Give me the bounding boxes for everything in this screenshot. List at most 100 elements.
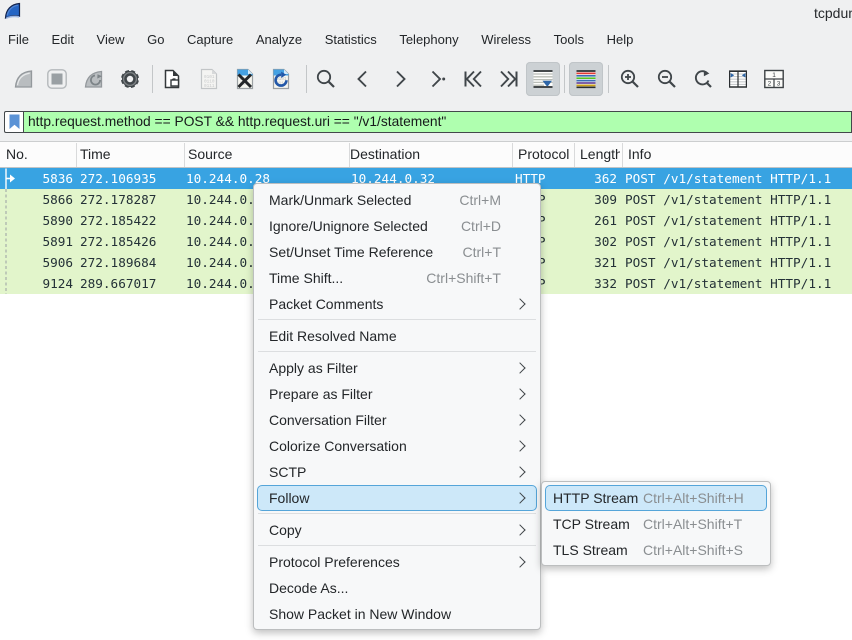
menu-item-decode-as[interactable]: Decode As... bbox=[257, 575, 537, 601]
zoom-reset-button[interactable] bbox=[686, 62, 720, 96]
menubar-item-help[interactable]: Help bbox=[595, 26, 644, 54]
go-to-packet-button[interactable] bbox=[420, 62, 454, 96]
restart-capture-button[interactable] bbox=[77, 62, 111, 96]
menu-item-packet-comments[interactable]: Packet Comments bbox=[257, 291, 537, 317]
go-back-button[interactable] bbox=[346, 62, 380, 96]
stop-square-icon bbox=[45, 67, 69, 91]
capture-options-button[interactable] bbox=[113, 62, 147, 96]
menu-separator bbox=[258, 545, 536, 546]
packet-cell-info: POST /v1/statement HTTP/1.1 bbox=[625, 252, 851, 273]
toolbar-separator bbox=[152, 65, 153, 93]
find-packet-button[interactable] bbox=[309, 62, 343, 96]
submenu-arrow-icon bbox=[514, 298, 525, 309]
packet-list-header[interactable]: No. Time SourceDestination Protocol Length In… bbox=[0, 141, 852, 168]
menu-item-edit-resolved-name[interactable]: Edit Resolved Name bbox=[257, 323, 537, 349]
packet-cell-time: 272.178287 bbox=[80, 189, 180, 210]
layout-123-button[interactable]: 1 2 3 bbox=[757, 62, 791, 96]
close-file-button[interactable]: 010011 bbox=[228, 62, 262, 96]
menu-item-prepare-as-filter[interactable]: Prepare as Filter bbox=[257, 381, 537, 407]
menu-item-sctp[interactable]: SCTP bbox=[257, 459, 537, 485]
menu-item-time-shift[interactable]: Time Shift...Ctrl+Shift+T bbox=[257, 265, 537, 291]
column-header-time[interactable]: Time bbox=[80, 142, 180, 167]
menu-item-label: Decode As... bbox=[258, 580, 348, 596]
column-header-source[interactable]: Source bbox=[188, 142, 345, 167]
menu-item-http-stream[interactable]: HTTP StreamCtrl+Alt+Shift+H bbox=[545, 485, 767, 511]
go-last-packet-button[interactable] bbox=[492, 62, 526, 96]
resize-columns-button[interactable] bbox=[721, 62, 755, 96]
reload-file-button[interactable]: 01010111 bbox=[264, 62, 298, 96]
menu-item-follow[interactable]: Follow bbox=[257, 485, 537, 511]
menu-item-shortcut: Ctrl+Alt+Shift+S bbox=[643, 542, 743, 558]
column-resize-handle[interactable] bbox=[76, 143, 77, 167]
menu-item-protocol-preferences[interactable]: Protocol Preferences bbox=[257, 549, 537, 575]
menu-item-label: Copy bbox=[258, 522, 302, 538]
gear-icon bbox=[118, 67, 142, 91]
menu-item-ignore-unignore-selected[interactable]: Ignore/Unignore SelectedCtrl+D bbox=[257, 213, 537, 239]
menu-item-shortcut: Ctrl+T bbox=[463, 244, 502, 260]
menu-item-colorize-conversation[interactable]: Colorize Conversation bbox=[257, 433, 537, 459]
menubar-item-analyze[interactable]: Analyze bbox=[245, 26, 314, 54]
stop-capture-button[interactable] bbox=[40, 62, 74, 96]
zoom-in-icon bbox=[618, 67, 642, 91]
resize-columns-icon bbox=[726, 67, 750, 91]
menu-separator bbox=[258, 319, 536, 320]
menu-item-show-packet-in-new-window[interactable]: Show Packet in New Window bbox=[257, 601, 537, 627]
auto-scroll-toggle-button[interactable] bbox=[526, 62, 560, 96]
packet-context-menu: Mark/Unmark SelectedCtrl+MIgnore/Unignor… bbox=[253, 183, 541, 630]
menubar-item-wireless[interactable]: Wireless bbox=[470, 26, 542, 54]
go-first-packet-button[interactable] bbox=[456, 62, 490, 96]
display-filter-input[interactable]: http.request.method == POST && http.requ… bbox=[23, 111, 852, 133]
column-header-protocol[interactable]: Protocol bbox=[518, 142, 570, 167]
column-resize-handle[interactable] bbox=[512, 143, 513, 167]
menu-separator bbox=[258, 351, 536, 352]
column-header-no[interactable]: No. bbox=[6, 142, 72, 167]
packet-cell-no: 9124 bbox=[0, 273, 73, 294]
toolbar-separator bbox=[564, 65, 565, 93]
wireshark-logo-icon bbox=[3, 1, 23, 21]
open-file-button[interactable] bbox=[155, 62, 189, 96]
menu-item-conversation-filter[interactable]: Conversation Filter bbox=[257, 407, 537, 433]
colorize-icon bbox=[574, 67, 598, 91]
start-capture-button[interactable] bbox=[7, 62, 41, 96]
zoom-in-button[interactable] bbox=[613, 62, 647, 96]
column-header-destination[interactable]: Destination bbox=[350, 142, 508, 167]
menubar-item-statistics[interactable]: Statistics bbox=[313, 26, 388, 54]
column-resize-handle[interactable] bbox=[574, 143, 575, 167]
colorize-toggle-button[interactable] bbox=[569, 62, 603, 96]
packet-cell-no: 5866 bbox=[0, 189, 73, 210]
menu-item-apply-as-filter[interactable]: Apply as Filter bbox=[257, 355, 537, 381]
reload-file-icon: 01010111 bbox=[269, 67, 293, 91]
save-file-button[interactable]: 010101100111 bbox=[192, 62, 226, 96]
filter-bookmark-button[interactable] bbox=[4, 111, 23, 133]
follow-submenu: HTTP StreamCtrl+Alt+Shift+HTCP StreamCtr… bbox=[541, 481, 771, 566]
close-file-icon: 010011 bbox=[233, 67, 257, 91]
menu-item-copy[interactable]: Copy bbox=[257, 517, 537, 543]
column-resize-handle[interactable] bbox=[349, 143, 350, 167]
menubar-item-capture[interactable]: Capture bbox=[176, 26, 245, 54]
zoom-out-button[interactable] bbox=[650, 62, 684, 96]
menubar-item-view[interactable]: View bbox=[85, 26, 136, 54]
menubar-item-file[interactable]: File bbox=[0, 26, 40, 54]
submenu-arrow-icon bbox=[514, 524, 525, 535]
menu-item-shortcut: Ctrl+Alt+Shift+H bbox=[643, 490, 744, 506]
packet-cell-length: 302 bbox=[540, 231, 617, 252]
go-forward-button[interactable] bbox=[383, 62, 417, 96]
menubar-item-tools[interactable]: Tools bbox=[542, 26, 595, 54]
column-header-length[interactable]: Length bbox=[580, 142, 620, 167]
layout-123-icon: 1 2 3 bbox=[762, 67, 786, 91]
menu-item-label: TLS Stream bbox=[546, 542, 628, 558]
menubar-item-edit[interactable]: Edit bbox=[40, 26, 85, 54]
packet-cell-length: 362 bbox=[540, 168, 617, 189]
menu-item-tls-stream[interactable]: TLS Stream Ctrl+Alt+Shift+S bbox=[545, 537, 767, 563]
save-file-icon: 010101100111 bbox=[197, 67, 221, 91]
column-resize-handle[interactable] bbox=[622, 143, 623, 167]
column-header-info[interactable]: Info bbox=[628, 142, 828, 167]
menubar-item-go[interactable]: Go bbox=[136, 26, 176, 54]
column-resize-handle[interactable] bbox=[184, 143, 185, 167]
menu-item-tcp-stream[interactable]: TCP StreamCtrl+Alt+Shift+T bbox=[545, 511, 767, 537]
menu-item-label: Follow bbox=[258, 490, 309, 506]
menu-item-mark-unmark-selected[interactable]: Mark/Unmark SelectedCtrl+M bbox=[257, 187, 537, 213]
menu-item-set-unset-time-reference[interactable]: Set/Unset Time ReferenceCtrl+T bbox=[257, 239, 537, 265]
menubar-item-telephony[interactable]: Telephony bbox=[388, 26, 470, 54]
magnifier-icon bbox=[314, 67, 338, 91]
